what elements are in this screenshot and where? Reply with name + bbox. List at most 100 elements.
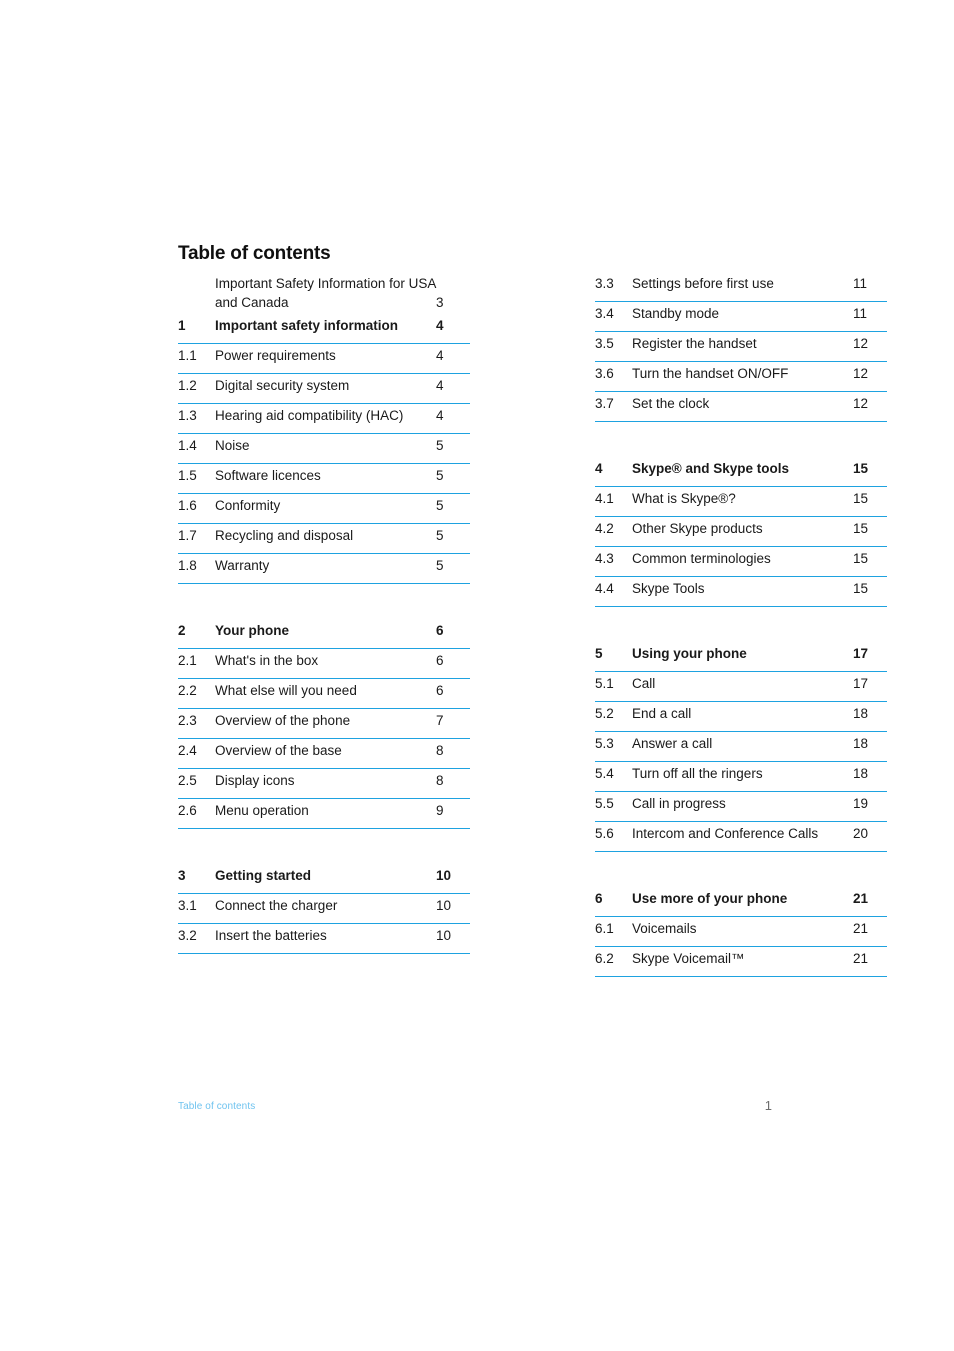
toc-entry-3.4[interactable]: 3.4 Standby mode 11 (595, 302, 887, 332)
toc-entry-4.2[interactable]: 4.2 Other Skype products 15 (595, 517, 887, 547)
toc-entry-1.4[interactable]: 1.4 Noise 5 (178, 434, 470, 464)
toc-entry-label: Register the handset (632, 336, 757, 351)
toc-entry-label: What is Skype®? (632, 491, 736, 506)
toc-entry-label: Skype® and Skype tools (632, 461, 789, 476)
toc-entry-number: 5.3 (595, 736, 614, 751)
toc-entry-3.1[interactable]: 3.1 Connect the charger 10 (178, 894, 470, 924)
toc-entry-1.7[interactable]: 1.7 Recycling and disposal 5 (178, 524, 470, 554)
toc-block: 6 Use more of your phone 21 6.1 Voicemails 21… (595, 887, 887, 977)
toc-entry-label: Set the clock (632, 396, 710, 411)
toc-entry-page: 18 (853, 706, 869, 721)
toc-right-column: 3.3 Settings before first use 11 3.4 Standby… (595, 272, 887, 977)
toc-entry-3.5[interactable]: 3.5 Register the handset 12 (595, 332, 887, 362)
toc-entry-3.7[interactable]: 3.7 Set the clock 12 (595, 392, 887, 422)
toc-entry-number: 1.2 (178, 378, 197, 393)
toc-entry-number: 5.4 (595, 766, 614, 781)
toc-block: 3 Getting started 10 3.1 Connect the charger… (178, 864, 470, 954)
toc-entry-label: What's in the box (215, 653, 319, 668)
footer-page-number: 1 (764, 1098, 772, 1113)
toc-entry-5.1[interactable]: 5.1 Call 17 (595, 672, 887, 702)
toc-entry-number: 3.2 (178, 928, 197, 943)
toc-entry-3.6[interactable]: 3.6 Turn the handset ON/OFF 12 (595, 362, 887, 392)
toc-entry-label: Intercom and Conference Calls (632, 826, 819, 841)
toc-entry-3.3[interactable]: 3.3 Settings before first use 11 (595, 272, 887, 302)
toc-section-2[interactable]: 2 Your phone 6 (178, 619, 470, 649)
toc-entry-5.2[interactable]: 5.2 End a call 18 (595, 702, 887, 732)
toc-entry-4.3[interactable]: 4.3 Common terminologies 15 (595, 547, 887, 577)
toc-entry-4.1[interactable]: 4.1 What is Skype®? 15 (595, 487, 887, 517)
toc-entry-label: Getting started (215, 868, 312, 883)
toc-entry-1.6[interactable]: 1.6 Conformity 5 (178, 494, 470, 524)
toc-columns: Important Safety Information for USA and… (178, 272, 887, 977)
toc-entry-1.1[interactable]: 1.1 Power requirements 4 (178, 344, 470, 374)
toc-entry-6.2[interactable]: 6.2 Skype Voicemail™ 21 (595, 947, 887, 977)
toc-entry-number: 4.4 (595, 581, 614, 596)
toc-section-3[interactable]: 3 Getting started 10 (178, 864, 470, 894)
toc-entry-label: Voicemails (632, 921, 697, 936)
toc-entry-label: Skype Voicemail™ (632, 951, 745, 966)
toc-entry-number: 3.3 (595, 276, 614, 291)
footer-label: Table of contents (178, 1101, 256, 1112)
toc-entry-label: Turn off all the ringers (632, 766, 763, 781)
page-title: Table of contents (178, 243, 331, 264)
toc-entry-page: 3 (436, 295, 444, 310)
toc-entry-label: Recycling and disposal (215, 528, 354, 543)
toc-entry-page: 15 (853, 551, 869, 566)
toc-entry-number: 5.1 (595, 676, 614, 691)
toc-entry-page: 10 (436, 868, 452, 883)
toc-entry-page: 5 (436, 498, 444, 513)
toc-section-1[interactable]: 1 Important safety information 4 (178, 314, 470, 344)
toc-entry-label: End a call (632, 706, 692, 721)
toc-entry-number: 5.6 (595, 826, 614, 841)
toc-entry-number: 2.4 (178, 743, 197, 758)
toc-entry-page: 6 (436, 623, 444, 638)
toc-entry-1.2[interactable]: 1.2 Digital security system 4 (178, 374, 470, 404)
toc-entry-1.5[interactable]: 1.5 Software licences 5 (178, 464, 470, 494)
toc-entry-2.5[interactable]: 2.5 Display icons 8 (178, 769, 470, 799)
toc-section-6[interactable]: 6 Use more of your phone 21 (595, 887, 887, 917)
toc-entry-2.6[interactable]: 2.6 Menu operation 9 (178, 799, 470, 829)
toc-entry-page: 5 (436, 438, 444, 453)
toc-entry-label: Turn the handset ON/OFF (632, 366, 789, 381)
toc-entry-label: Important Safety Information for USA and… (215, 276, 436, 310)
toc-entry-2.2[interactable]: 2.2 What else will you need 6 (178, 679, 470, 709)
toc-entry-page: 6 (436, 653, 444, 668)
toc-entry-number: 5.2 (595, 706, 614, 721)
toc-entry-number: 3 (178, 868, 186, 883)
toc-entry-page: 4 (436, 348, 444, 363)
toc-entry-3.2[interactable]: 3.2 Insert the batteries 10 (178, 924, 470, 954)
toc-entry-1.8[interactable]: 1.8 Warranty 5 (178, 554, 470, 584)
toc-left-column: Important Safety Information for USA and… (178, 272, 470, 977)
toc-block: 4 Skype® and Skype tools 15 4.1 What is Skyp… (595, 457, 887, 607)
toc-entry-5.5[interactable]: 5.5 Call in progress 19 (595, 792, 887, 822)
toc-entry-2.4[interactable]: 2.4 Overview of the base 8 (178, 739, 470, 769)
toc-entry-6.1[interactable]: 6.1 Voicemails 21 (595, 917, 887, 947)
toc-entry-5.4[interactable]: 5.4 Turn off all the ringers 18 (595, 762, 887, 792)
toc-entry-number: 1.1 (178, 348, 197, 363)
toc-entry-page: 19 (853, 796, 869, 811)
toc-entry-intro[interactable]: Important Safety Information for USA and… (178, 272, 470, 314)
toc-entry-label: Standby mode (632, 306, 720, 321)
toc-entry-5.3[interactable]: 5.3 Answer a call 18 (595, 732, 887, 762)
toc-entry-page: 12 (853, 336, 869, 351)
toc-entry-1.3[interactable]: 1.3 Hearing aid compatibility (HAC) 4 (178, 404, 470, 434)
toc-entry-page: 10 (436, 928, 452, 943)
toc-entry-2.1[interactable]: 2.1 What's in the box 6 (178, 649, 470, 679)
toc-entry-5.6[interactable]: 5.6 Intercom and Conference Calls 20 (595, 822, 887, 852)
toc-entry-2.3[interactable]: 2.3 Overview of the phone 7 (178, 709, 470, 739)
toc-entry-4.4[interactable]: 4.4 Skype Tools 15 (595, 577, 887, 607)
toc-entry-label: Settings before first use (632, 276, 774, 291)
toc-entry-label: Digital security system (215, 378, 350, 393)
toc-entry-page: 12 (853, 396, 869, 411)
toc-entry-page: 20 (853, 826, 869, 841)
toc-entry-number: 2.1 (178, 653, 197, 668)
toc-entry-label: Insert the batteries (215, 928, 327, 943)
toc-entry-label: Hearing aid compatibility (HAC) (215, 408, 404, 423)
toc-entry-number: 1.7 (178, 528, 197, 543)
toc-entry-page: 4 (436, 378, 444, 393)
toc-section-5[interactable]: 5 Using your phone 17 (595, 642, 887, 672)
toc-section-4[interactable]: 4 Skype® and Skype tools 15 (595, 457, 887, 487)
toc-entry-label: Answer a call (632, 736, 713, 751)
toc-entry-number: 2.2 (178, 683, 197, 698)
toc-entry-page: 15 (853, 521, 869, 536)
